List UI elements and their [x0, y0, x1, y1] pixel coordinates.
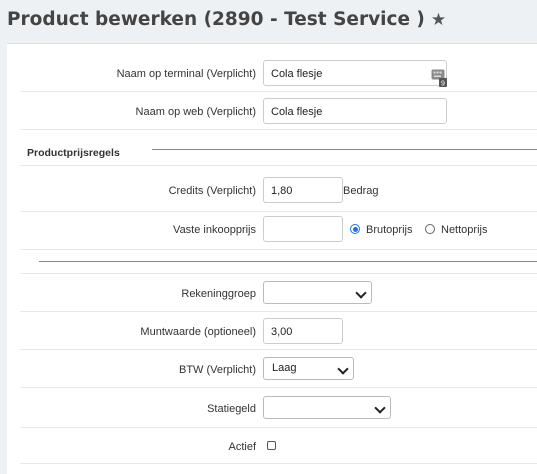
row-account-group: Rekeninggroep [20, 273, 537, 312]
deposit-label: Statiegeld [207, 403, 256, 415]
edit-product-form: Naam op terminal (Verplicht) Cola flesje… [7, 43, 537, 474]
nettoprijs-label[interactable]: Nettoprijs [441, 224, 487, 236]
brutoprijs-label[interactable]: Brutoprijs [366, 224, 412, 236]
row-coin-value: Muntwaarde (optioneel) 3,00 [20, 311, 537, 350]
brutoprijs-radio[interactable] [350, 224, 360, 234]
row-vat: BTW (Verplicht) Laag [20, 349, 537, 388]
name-terminal-label: Naam op terminal (Verplicht) [116, 68, 256, 80]
row-name-terminal: Naam op terminal (Verplicht) Cola flesje… [20, 49, 537, 92]
chevron-down-icon [337, 363, 349, 375]
account-group-select[interactable] [263, 281, 372, 304]
coin-value-label: Muntwaarde (optioneel) [140, 326, 256, 338]
coin-value-input[interactable]: 3,00 [263, 318, 343, 344]
nettoprijs-radio[interactable] [425, 224, 435, 234]
name-web-value: Cola flesje [271, 106, 323, 118]
page-title-text: Product bewerken (2890 - Test Service ) [7, 9, 425, 30]
active-checkbox[interactable] [267, 441, 276, 450]
row-deposit: Statiegeld [20, 387, 537, 428]
name-terminal-value: Cola flesje [271, 68, 323, 80]
vat-label: BTW (Verplicht) [178, 364, 256, 376]
row-name-web: Naam op web (Verplicht) Cola flesje [20, 91, 537, 130]
vat-value: Laag [272, 362, 297, 374]
name-terminal-input[interactable]: Cola flesje [263, 60, 447, 86]
purchase-price-input[interactable] [263, 216, 343, 242]
star-icon[interactable]: ★ [431, 10, 446, 30]
credits-value: 1,80 [271, 185, 293, 197]
keyboard-icon[interactable]: 9 [431, 69, 447, 87]
coin-value-value: 3,00 [271, 326, 293, 338]
chevron-down-icon [374, 402, 386, 414]
name-web-input[interactable]: Cola flesje [263, 98, 447, 124]
row-section-pricing [20, 129, 537, 166]
credits-label: Credits (Verplicht) [168, 185, 256, 197]
deposit-select[interactable] [263, 396, 391, 419]
name-web-label: Naam op web (Verplicht) [135, 106, 256, 118]
row-credits: Credits (Verplicht) 1,80 Bedrag [20, 165, 537, 212]
active-label: Actief [228, 441, 256, 453]
row-purchase-price: Vaste inkoopprijs Brutoprijs Nettoprijs [20, 211, 537, 250]
pricing-end-divider [39, 261, 537, 262]
row-active: Actief [20, 427, 537, 464]
chevron-down-icon [355, 287, 367, 299]
credits-input[interactable]: 1,80 [263, 177, 343, 203]
svg-text:9: 9 [441, 81, 445, 88]
page-title: Product bewerken (2890 - Test Service ) … [7, 9, 446, 30]
vat-select[interactable]: Laag [263, 357, 354, 380]
account-group-label: Rekeninggroep [181, 288, 256, 300]
purchase-price-label: Vaste inkoopprijs [173, 224, 256, 236]
credits-suffix: Bedrag [343, 185, 379, 197]
